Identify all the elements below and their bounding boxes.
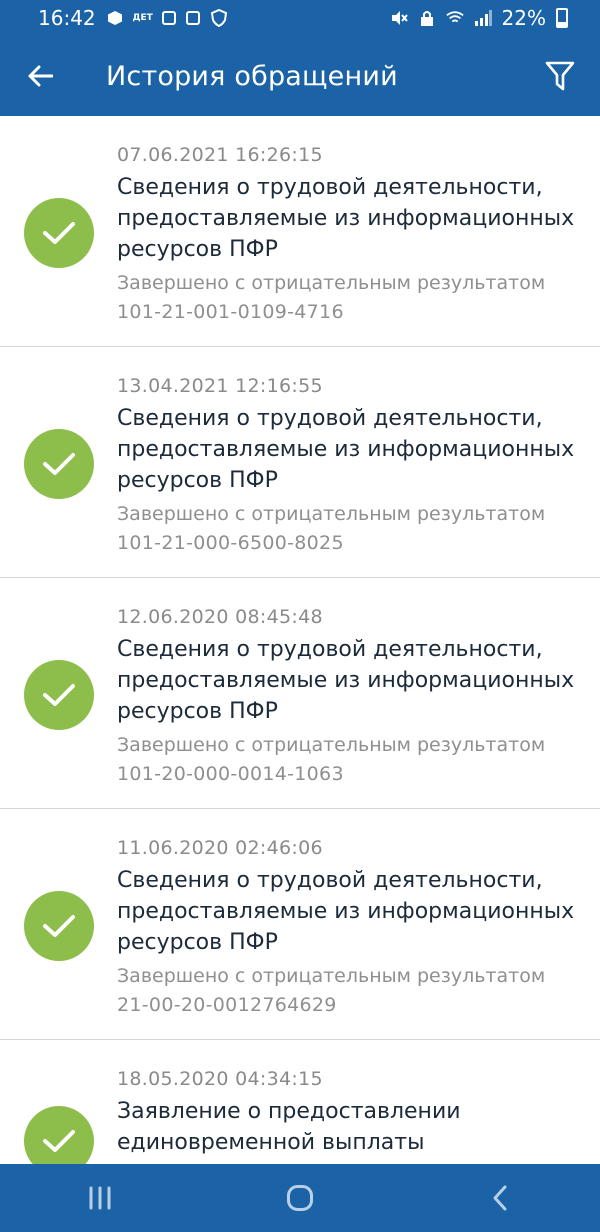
recent-apps-button[interactable] xyxy=(60,1164,140,1232)
item-number: 21-00-20-0012764629 xyxy=(117,994,337,1016)
camera-icon xyxy=(185,11,200,25)
request-history-list: 07.06.2021 16:26:15 Сведения о трудовой … xyxy=(0,116,600,1164)
arrow-left-icon xyxy=(28,65,53,87)
app-bar: История обращений xyxy=(0,36,600,116)
check-circle-icon xyxy=(24,891,94,961)
system-nav-bar xyxy=(0,1164,600,1232)
back-button[interactable] xyxy=(0,36,80,116)
item-title: Сведения о трудовой деятельности, предос… xyxy=(117,868,575,955)
lock-icon xyxy=(418,9,436,27)
list-item[interactable]: 11.06.2020 02:46:06 Сведения о трудовой … xyxy=(0,809,600,1040)
page-title: История обращений xyxy=(106,60,398,92)
item-title: Заявление о предоставлении единовременно… xyxy=(117,1099,461,1155)
item-status: Завершено с отрицательным результатом xyxy=(117,503,546,525)
item-title: Сведения о трудовой деятельности, предос… xyxy=(117,637,575,724)
item-title: Сведения о трудовой деятельности, предос… xyxy=(117,406,575,493)
check-circle-icon xyxy=(24,660,94,730)
item-number: 101-21-001-0109-4716 xyxy=(117,301,344,323)
item-status: Завершено с отрицательным результатом xyxy=(117,272,546,294)
list-item[interactable]: 18.05.2020 04:34:15 Заявление о предоста… xyxy=(0,1040,600,1164)
mute-icon xyxy=(390,9,408,27)
item-status: Завершено с отрицательным результатом xyxy=(117,965,546,987)
list-item[interactable]: 13.04.2021 12:16:55 Сведения о трудовой … xyxy=(0,347,600,578)
item-number: 101-20-000-0014-1063 xyxy=(117,763,344,785)
item-text: 07.06.2021 16:26:15 Сведения о трудовой … xyxy=(117,144,580,327)
item-date: 18.05.2020 04:34:15 xyxy=(117,1068,323,1090)
home-icon xyxy=(287,1185,313,1211)
item-number: 101-21-000-6500-8025 xyxy=(117,532,344,554)
item-text: 12.06.2020 08:45:48 Сведения о трудовой … xyxy=(117,606,580,789)
check-circle-icon xyxy=(24,1106,94,1164)
check-circle-icon xyxy=(24,198,94,268)
item-text: 13.04.2021 12:16:55 Сведения о трудовой … xyxy=(117,375,580,558)
signal-icon xyxy=(474,9,492,27)
battery-icon xyxy=(556,8,568,28)
recent-apps-icon xyxy=(89,1186,111,1210)
wifi-icon xyxy=(445,9,464,27)
item-date: 12.06.2020 08:45:48 xyxy=(117,606,323,628)
nav-back-button[interactable] xyxy=(460,1164,540,1232)
item-date: 07.06.2021 16:26:15 xyxy=(117,144,323,166)
home-button[interactable] xyxy=(260,1164,340,1232)
item-date: 11.06.2020 02:46:06 xyxy=(117,837,323,859)
cube-icon xyxy=(106,9,124,27)
back-icon xyxy=(493,1185,507,1211)
item-title: Сведения о трудовой деятельности, предос… xyxy=(117,175,575,262)
item-text: 18.05.2020 04:34:15 Заявление о предоста… xyxy=(117,1068,580,1162)
list-item[interactable]: 07.06.2021 16:26:15 Сведения о трудовой … xyxy=(0,116,600,347)
item-text: 11.06.2020 02:46:06 Сведения о трудовой … xyxy=(117,837,580,1020)
status-bar: 16:42 ДЕТ 22% xyxy=(0,0,600,36)
qr-icon xyxy=(161,11,176,25)
detmir-icon: ДЕТ xyxy=(132,12,153,23)
status-right: 22% xyxy=(390,6,568,30)
filter-button[interactable] xyxy=(520,36,600,116)
status-time: 16:42 xyxy=(38,6,96,30)
shield-icon xyxy=(210,9,228,27)
check-circle-icon xyxy=(24,429,94,499)
filter-icon xyxy=(545,61,575,91)
status-left: 16:42 ДЕТ xyxy=(38,6,228,30)
item-date: 13.04.2021 12:16:55 xyxy=(117,375,323,397)
battery-percent: 22% xyxy=(501,6,546,30)
item-status: Завершено с отрицательным результатом xyxy=(117,734,546,756)
list-item[interactable]: 12.06.2020 08:45:48 Сведения о трудовой … xyxy=(0,578,600,809)
